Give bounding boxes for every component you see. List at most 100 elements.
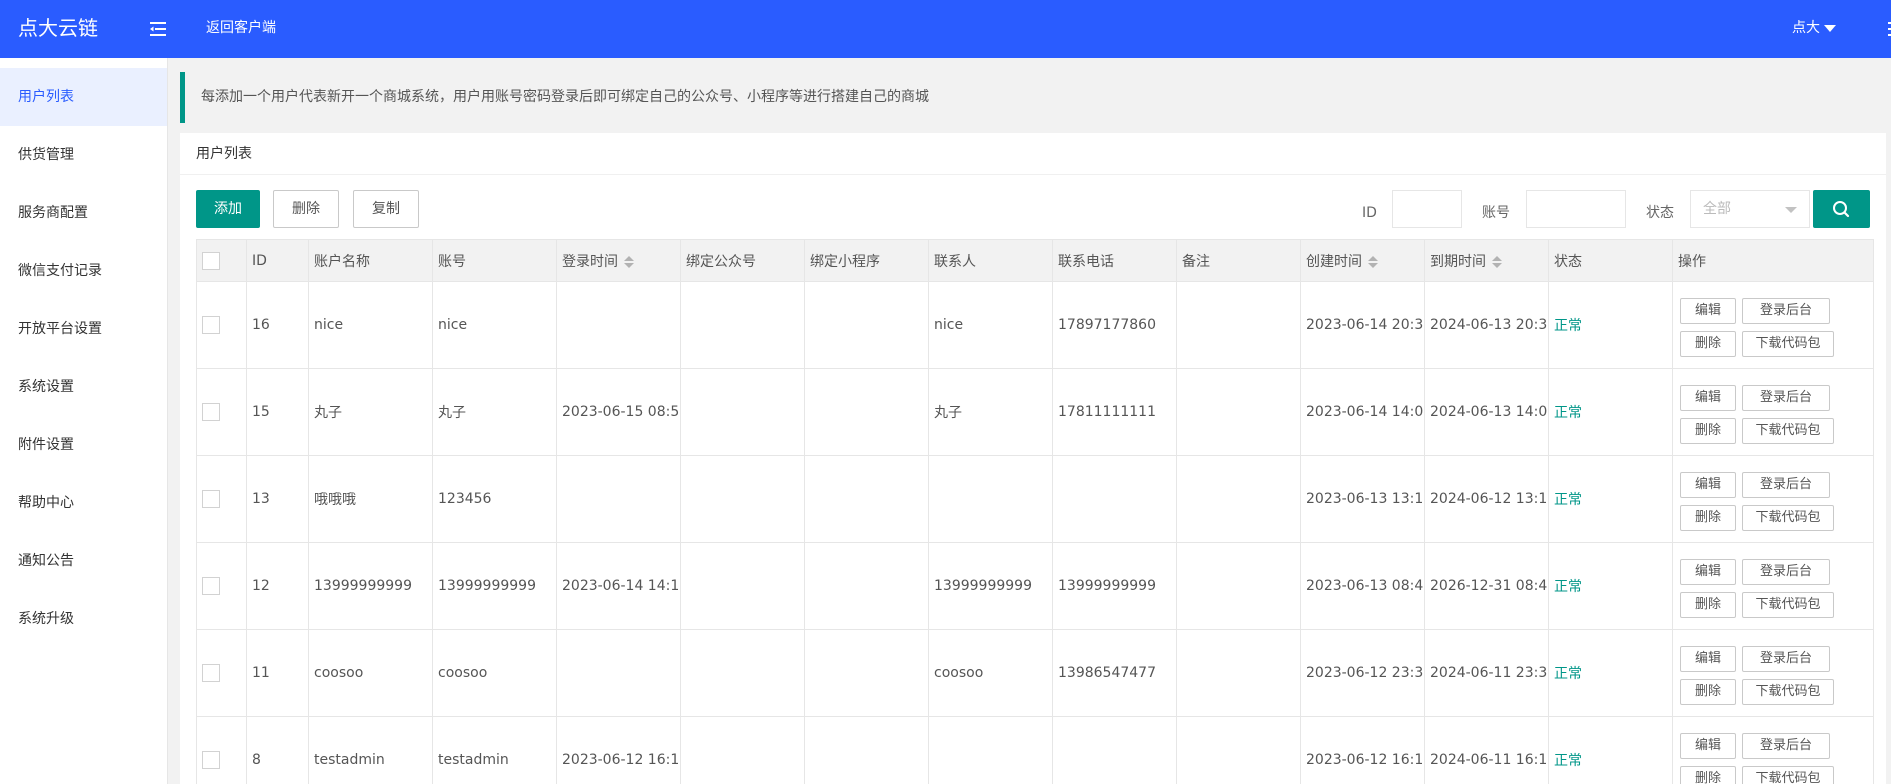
login-backend-button[interactable]: 登录后台	[1742, 385, 1830, 411]
cell-expire-time: 2024-06-13 20:38	[1424, 281, 1549, 369]
cell-login-time: 2023-06-14 14:15	[556, 542, 681, 630]
download-code-button[interactable]: 下载代码包	[1742, 592, 1834, 618]
col-account-name: 账户名称	[308, 239, 433, 282]
search-icon	[1833, 201, 1850, 218]
row-delete-button[interactable]: 删除	[1680, 766, 1736, 784]
notice-banner: 每添加一个用户代表新开一个商城系统，用户用账号密码登录后即可绑定自己的公众号、小…	[180, 72, 1891, 123]
col-expire-time[interactable]: 到期时间	[1424, 239, 1549, 282]
cell-remark	[1176, 629, 1301, 717]
cell-account-name: testadmin	[308, 716, 433, 784]
cell-expire-time: 2026-12-31 08:41	[1424, 542, 1549, 630]
sidebar-item-notice[interactable]: 通知公告	[0, 532, 167, 590]
sidebar-item-user-list[interactable]: 用户列表	[0, 68, 167, 126]
sidebar-item-supply[interactable]: 供货管理	[0, 126, 167, 184]
col-remark: 备注	[1176, 239, 1301, 282]
cell-account-name: 哦哦哦	[308, 455, 433, 543]
dropdown-arrow-icon	[1785, 207, 1797, 213]
row-checkbox[interactable]	[202, 751, 220, 769]
more-icon[interactable]	[1882, 20, 1891, 38]
sidebar-item-provider-config[interactable]: 服务商配置	[0, 184, 167, 242]
search-button[interactable]	[1813, 190, 1870, 228]
cell-contact: coosoo	[928, 629, 1053, 717]
cell-actions: 编辑 登录后台 删除 下载代码包	[1672, 281, 1874, 369]
account-filter-input[interactable]	[1526, 190, 1626, 228]
cell-bind-mp	[680, 281, 805, 369]
sort-icon[interactable]	[624, 255, 634, 268]
copy-button[interactable]: 复制	[353, 190, 419, 228]
download-code-button[interactable]: 下载代码包	[1742, 766, 1834, 784]
sidebar-item-wechat-pay[interactable]: 微信支付记录	[0, 242, 167, 300]
row-delete-button[interactable]: 删除	[1680, 679, 1736, 705]
cell-bind-mini	[804, 542, 929, 630]
user-table: ID 账户名称 账号 登录时间 绑定公众号 绑定小程序 联系人 联系电话 备注 …	[196, 239, 1874, 784]
col-created-time[interactable]: 创建时间	[1300, 239, 1425, 282]
table-header-row: ID 账户名称 账号 登录时间 绑定公众号 绑定小程序 联系人 联系电话 备注 …	[196, 239, 1874, 282]
edit-button[interactable]: 编辑	[1680, 472, 1736, 498]
cell-created-time: 2023-06-13 08:42	[1300, 542, 1425, 630]
login-backend-button[interactable]: 登录后台	[1742, 646, 1830, 672]
cell-expire-time: 2024-06-13 14:02	[1424, 368, 1549, 456]
login-backend-button[interactable]: 登录后台	[1742, 298, 1830, 324]
cell-contact: 丸子	[928, 368, 1053, 456]
col-login-time[interactable]: 登录时间	[556, 239, 681, 282]
row-delete-button[interactable]: 删除	[1680, 331, 1736, 357]
sidebar-item-open-platform[interactable]: 开放平台设置	[0, 300, 167, 358]
login-backend-button[interactable]: 登录后台	[1742, 559, 1830, 585]
cell-login-time	[556, 281, 681, 369]
row-delete-button[interactable]: 删除	[1680, 592, 1736, 618]
user-menu[interactable]: 点大	[1792, 0, 1836, 58]
row-checkbox[interactable]	[202, 577, 220, 595]
cell-account-name: coosoo	[308, 629, 433, 717]
sort-icon[interactable]	[1492, 255, 1502, 268]
edit-button[interactable]: 编辑	[1680, 559, 1736, 585]
select-all-checkbox[interactable]	[202, 251, 220, 270]
login-backend-button[interactable]: 登录后台	[1742, 733, 1830, 759]
col-id: ID	[246, 239, 309, 282]
cell-bind-mini	[804, 716, 929, 784]
sidebar-item-help[interactable]: 帮助中心	[0, 474, 167, 532]
menu-toggle-icon[interactable]	[148, 19, 168, 39]
download-code-button[interactable]: 下载代码包	[1742, 505, 1834, 531]
sidebar-item-system-settings[interactable]: 系统设置	[0, 358, 167, 416]
sort-icon[interactable]	[1368, 255, 1378, 268]
cell-remark	[1176, 542, 1301, 630]
cell-actions: 编辑 登录后台 删除 下载代码包	[1672, 716, 1874, 784]
select-all-cell	[196, 239, 247, 282]
download-code-button[interactable]: 下载代码包	[1742, 679, 1834, 705]
cell-account: coosoo	[432, 629, 557, 717]
edit-button[interactable]: 编辑	[1680, 298, 1736, 324]
cell-id: 11	[246, 629, 309, 717]
sidebar-item-upgrade[interactable]: 系统升级	[0, 590, 167, 648]
cell-phone	[1052, 716, 1177, 784]
cell-login-time	[556, 455, 681, 543]
cell-account: 丸子	[432, 368, 557, 456]
download-code-button[interactable]: 下载代码包	[1742, 418, 1834, 444]
row-select-cell	[196, 368, 247, 456]
edit-button[interactable]: 编辑	[1680, 646, 1736, 672]
cell-actions: 编辑 登录后台 删除 下载代码包	[1672, 455, 1874, 543]
status-filter-select[interactable]: 全部	[1690, 190, 1810, 228]
col-bind-mp: 绑定公众号	[680, 239, 805, 282]
user-name: 点大	[1792, 20, 1820, 36]
row-checkbox[interactable]	[202, 490, 220, 508]
col-phone: 联系电话	[1052, 239, 1177, 282]
row-checkbox[interactable]	[202, 316, 220, 334]
row-delete-button[interactable]: 删除	[1680, 418, 1736, 444]
cell-status: 正常	[1548, 281, 1673, 369]
col-expire-time-label: 到期时间	[1430, 253, 1486, 270]
row-checkbox[interactable]	[202, 403, 220, 421]
edit-button[interactable]: 编辑	[1680, 733, 1736, 759]
cell-contact	[928, 455, 1053, 543]
row-checkbox[interactable]	[202, 664, 220, 682]
row-delete-button[interactable]: 删除	[1680, 505, 1736, 531]
cell-expire-time: 2024-06-11 23:37	[1424, 629, 1549, 717]
edit-button[interactable]: 编辑	[1680, 385, 1736, 411]
add-button[interactable]: 添加	[196, 190, 260, 228]
id-filter-input[interactable]	[1392, 190, 1462, 228]
sidebar-item-attachment[interactable]: 附件设置	[0, 416, 167, 474]
download-code-button[interactable]: 下载代码包	[1742, 331, 1834, 357]
back-to-client-link[interactable]: 返回客户端	[206, 0, 276, 58]
delete-button[interactable]: 删除	[273, 190, 339, 228]
login-backend-button[interactable]: 登录后台	[1742, 472, 1830, 498]
col-contact: 联系人	[928, 239, 1053, 282]
